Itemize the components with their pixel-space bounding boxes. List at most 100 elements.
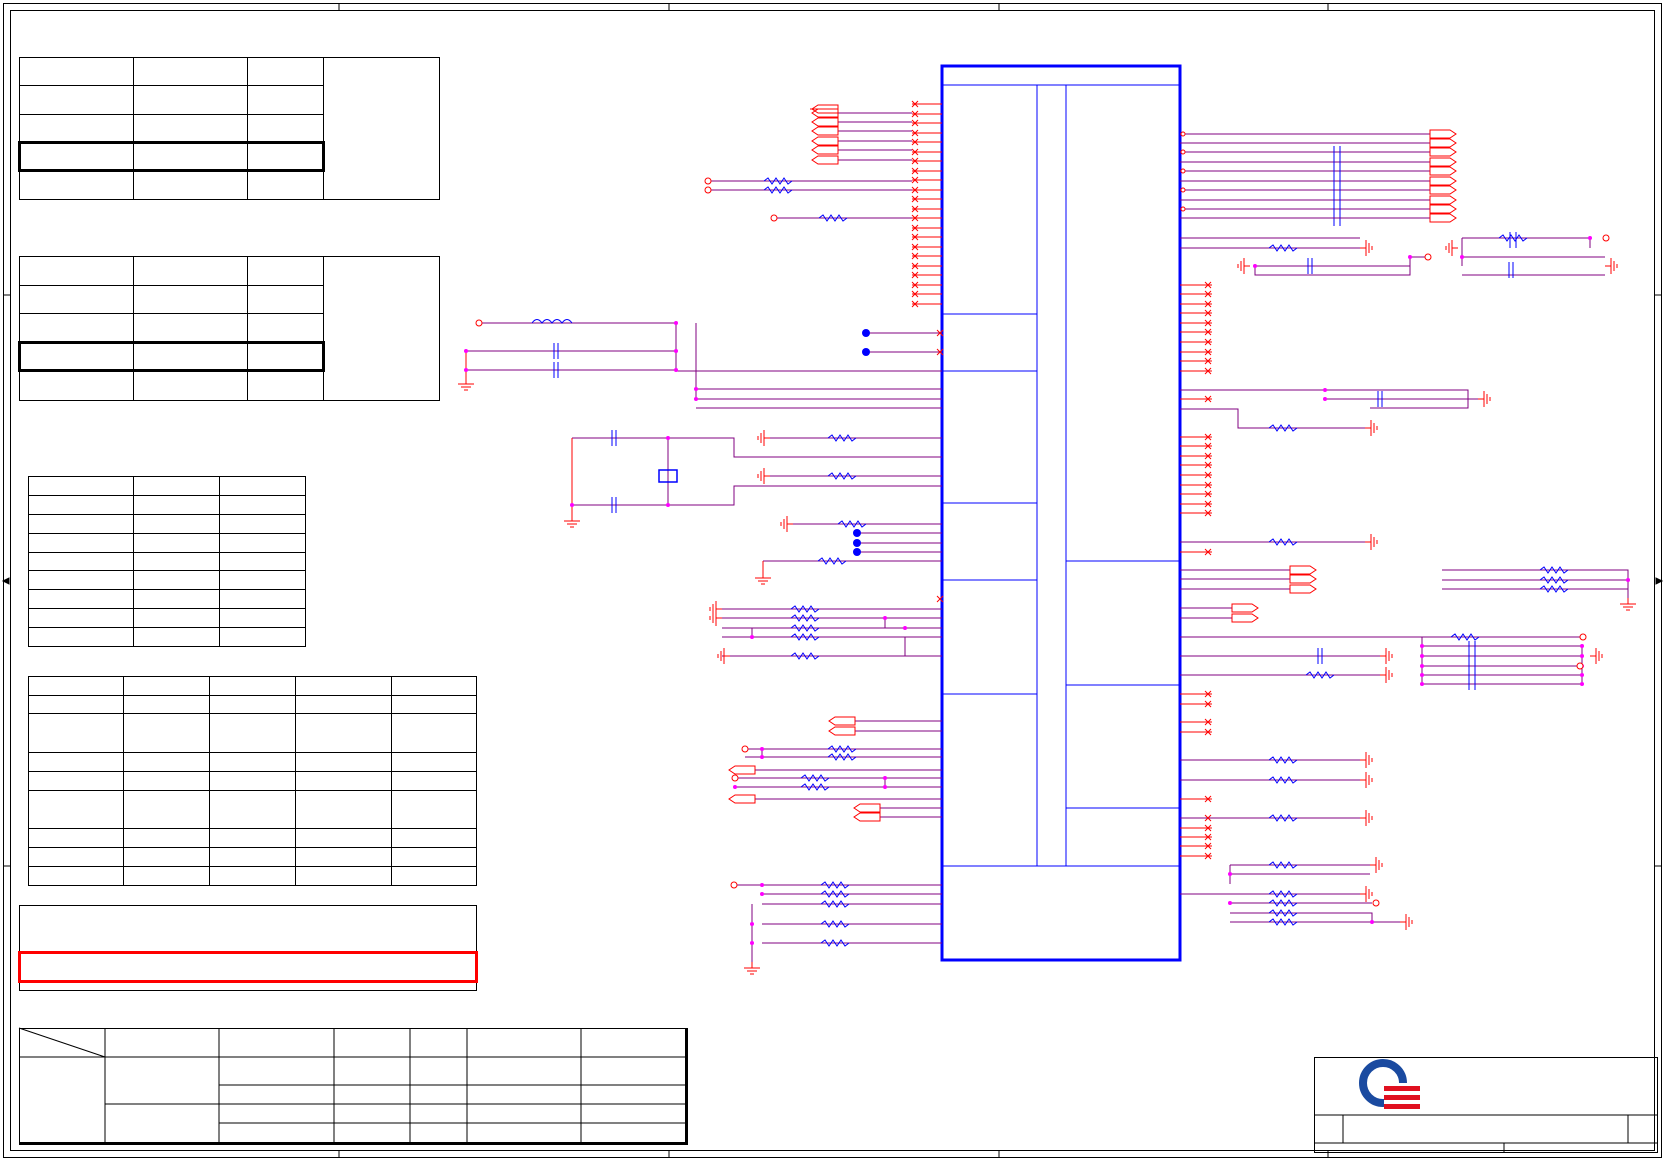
junction-dot	[1420, 654, 1424, 658]
offpage-connector	[811, 155, 839, 165]
offpage-connector	[1429, 166, 1457, 176]
sheet-zone-ticks	[1, 3, 1664, 1158]
net-wiring	[465, 103, 1629, 962]
offpage-connector	[728, 765, 756, 775]
junction-dot	[1323, 397, 1327, 401]
junction-dot	[1626, 578, 1630, 582]
wire	[1255, 256, 1425, 267]
junction-dot	[883, 785, 887, 789]
test-point	[730, 881, 738, 889]
junction-dot	[1588, 236, 1592, 240]
junction-dot	[733, 785, 737, 789]
offpage-connector	[811, 136, 839, 146]
test-point	[1579, 633, 1587, 641]
junction-dot	[760, 755, 764, 759]
wire	[695, 323, 942, 400]
offpage-connector	[1231, 603, 1259, 613]
test-point	[770, 214, 778, 222]
junction-dot	[1580, 673, 1584, 677]
test-point	[731, 774, 739, 782]
junction-dot	[853, 548, 861, 556]
junction-dot	[1580, 682, 1584, 686]
offpage-connector	[728, 794, 756, 804]
junction-dot	[1580, 654, 1584, 658]
junction-dot	[750, 941, 754, 945]
offpage-connector	[1289, 574, 1317, 584]
offpage-connector	[1429, 185, 1457, 195]
revision-table-grid	[18, 1027, 686, 1143]
junction-dot	[674, 368, 678, 372]
junction-dot	[750, 635, 754, 639]
junction-dot	[694, 387, 698, 391]
wire	[572, 437, 942, 458]
junction-dot	[570, 503, 574, 507]
junction-dot	[1420, 664, 1424, 668]
junction-dot	[1253, 264, 1257, 268]
offpage-connector	[811, 145, 839, 155]
offpage-connector	[811, 117, 839, 127]
test-point	[1576, 662, 1584, 670]
offpage-connector	[1231, 613, 1259, 623]
wire	[572, 485, 942, 506]
offpage-connector	[1429, 213, 1457, 223]
junction-dot	[1323, 388, 1327, 392]
passive-components	[458, 100, 1636, 975]
junction-dot	[1228, 872, 1232, 876]
wire	[1180, 408, 1370, 429]
junction-dot	[760, 747, 764, 751]
main-ic-symbol	[940, 64, 1182, 962]
junction-dot	[1580, 644, 1584, 648]
offpage-connector	[1289, 565, 1317, 575]
wire	[1442, 569, 1629, 598]
test-point	[741, 745, 749, 753]
offpage-connector	[811, 126, 839, 136]
junction-dot	[1228, 901, 1232, 905]
schematic-sheet	[0, 0, 1665, 1161]
junction-dot	[666, 436, 670, 440]
junction-dot	[750, 922, 754, 926]
offpage-connector	[1429, 176, 1457, 186]
company-logo-icon	[1359, 1059, 1420, 1112]
offpage-connector	[1429, 138, 1457, 148]
junction-dot	[862, 348, 870, 356]
offpage-connector	[853, 803, 881, 813]
wire	[1230, 912, 1373, 922]
test-point	[475, 319, 483, 327]
wire	[479, 322, 942, 372]
schematic-drawing	[1, 3, 1664, 1158]
offpage-connector	[1289, 584, 1317, 594]
wire	[751, 627, 942, 637]
junction-dot	[674, 349, 678, 353]
offpage-connector	[1429, 195, 1457, 205]
offpage-connector	[828, 726, 856, 736]
junction-dot	[674, 321, 678, 325]
junction-dot	[1460, 255, 1464, 259]
test-point	[1602, 234, 1610, 242]
junction-dot	[694, 397, 698, 401]
junction-dot	[464, 368, 468, 372]
junction-dot	[862, 329, 870, 337]
junction-dot	[1370, 920, 1374, 924]
junction-dot	[1420, 682, 1424, 686]
junction-dot	[464, 349, 468, 353]
offpage-connector	[1429, 129, 1457, 139]
junction-dot	[760, 892, 764, 896]
offpage-connector	[853, 812, 881, 822]
offpage-connector	[1429, 204, 1457, 214]
junction-dot	[1420, 673, 1424, 677]
offpage-connector	[828, 716, 856, 726]
junction-dot	[883, 776, 887, 780]
offpage-connector	[1429, 157, 1457, 167]
junction-dot	[853, 529, 861, 537]
junction-dot	[903, 626, 907, 630]
junction-dot	[1420, 644, 1424, 648]
test-point	[1424, 253, 1432, 261]
test-point	[704, 186, 712, 194]
junction-dot	[760, 883, 764, 887]
wire	[1254, 266, 1411, 276]
test-point	[704, 177, 712, 185]
offpage-connector	[1429, 147, 1457, 157]
junction-dot	[666, 503, 670, 507]
inductor-symbol	[531, 319, 573, 324]
junction-dot	[1408, 255, 1412, 259]
